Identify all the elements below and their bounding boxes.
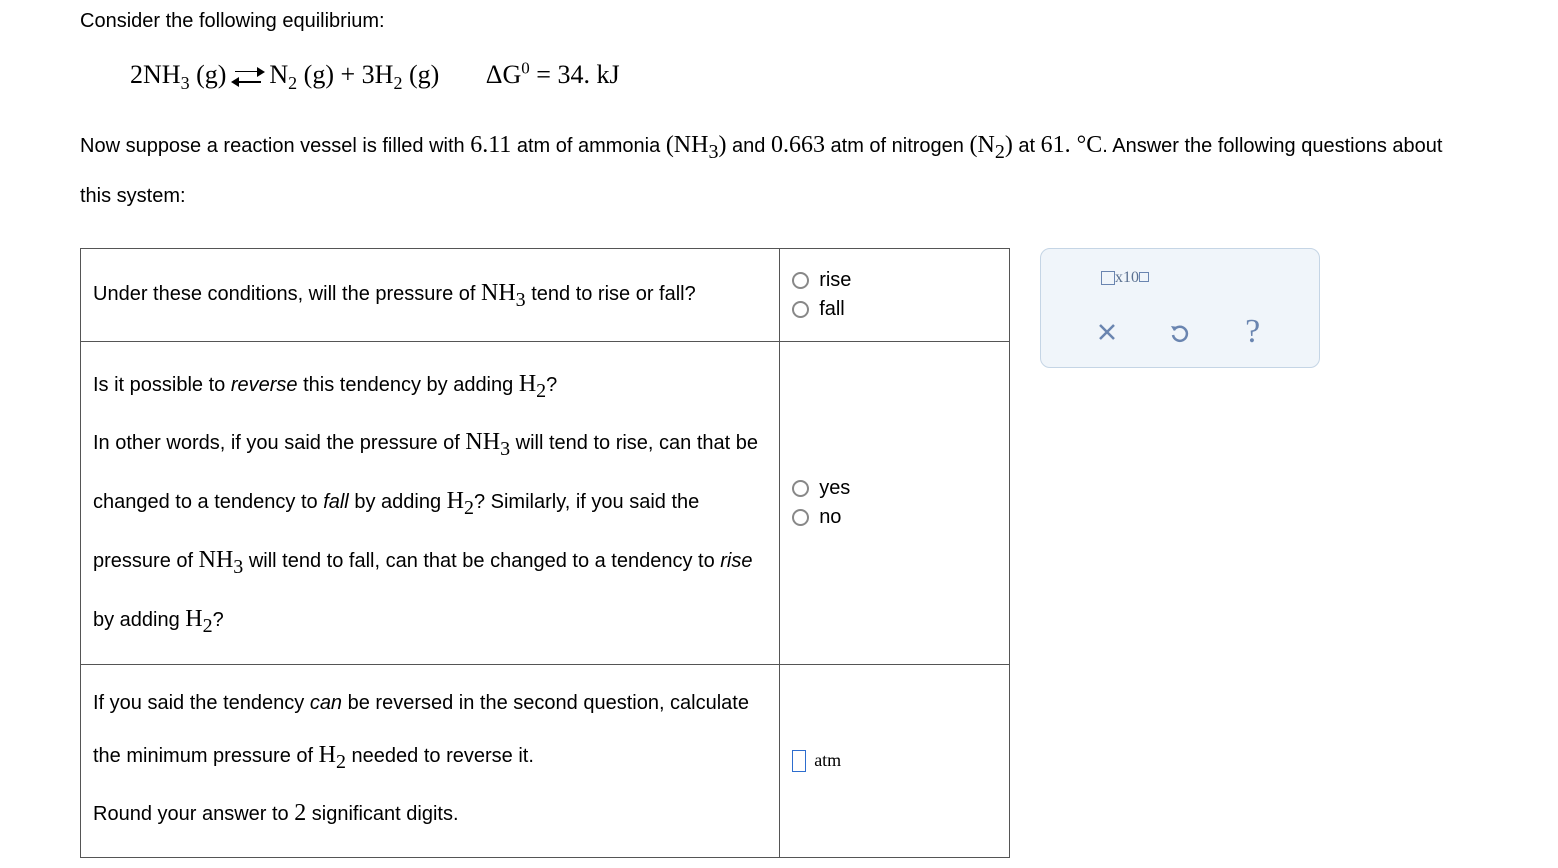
radio-icon <box>792 480 809 497</box>
radio-label: no <box>819 506 841 529</box>
eq-reactant: 2NH3 (g) <box>130 60 226 89</box>
clear-button[interactable] <box>1092 317 1122 347</box>
eq-product1: N2 (g) <box>269 60 334 89</box>
question-mark-icon: ? <box>1245 313 1260 351</box>
radio-icon <box>792 301 809 318</box>
unit-label: atm <box>814 750 841 771</box>
table-row: If you said the tendency can be reversed… <box>81 664 1010 857</box>
questions-table: Under these conditions, will the pressur… <box>80 248 1010 858</box>
radio-no[interactable]: no <box>792 506 997 529</box>
delta-g: ΔG0 = 34. kJ <box>486 60 620 89</box>
eq-product2: 3H2 (g) <box>362 60 440 89</box>
help-button[interactable]: ? <box>1238 317 1268 347</box>
radio-icon <box>792 509 809 526</box>
table-row: Under these conditions, will the pressur… <box>81 248 1010 341</box>
exponent-box-icon <box>1139 272 1149 282</box>
q3-text: If you said the tendency can be reversed… <box>81 664 780 857</box>
equation: 2NH3 (g) N2 (g) + 3H2 (g) ΔG0 = 34. kJ <box>130 58 1478 94</box>
radio-icon <box>792 272 809 289</box>
undo-icon <box>1168 320 1192 344</box>
radio-yes[interactable]: yes <box>792 477 997 500</box>
toolbox: x10 ? <box>1040 248 1320 368</box>
reset-button[interactable] <box>1165 317 1195 347</box>
sci-notation-button[interactable]: x10 <box>1101 269 1149 287</box>
pressure-input-row: atm <box>792 750 997 772</box>
q2-text: Is it possible to reverse this tendency … <box>81 341 780 664</box>
equilibrium-arrow-icon <box>233 68 263 86</box>
table-row: Is it possible to reverse this tendency … <box>81 341 1010 664</box>
intro-text: Consider the following equilibrium: <box>80 10 1478 33</box>
radio-label: rise <box>819 269 851 292</box>
radio-rise[interactable]: rise <box>792 269 997 292</box>
mantissa-box-icon <box>1101 271 1115 285</box>
radio-label: fall <box>819 298 845 321</box>
problem-statement: Now suppose a reaction vessel is filled … <box>80 119 1478 218</box>
q1-text: Under these conditions, will the pressur… <box>81 248 780 341</box>
radio-fall[interactable]: fall <box>792 298 997 321</box>
pressure-input[interactable] <box>792 750 806 772</box>
close-icon <box>1096 321 1118 343</box>
radio-label: yes <box>819 477 850 500</box>
